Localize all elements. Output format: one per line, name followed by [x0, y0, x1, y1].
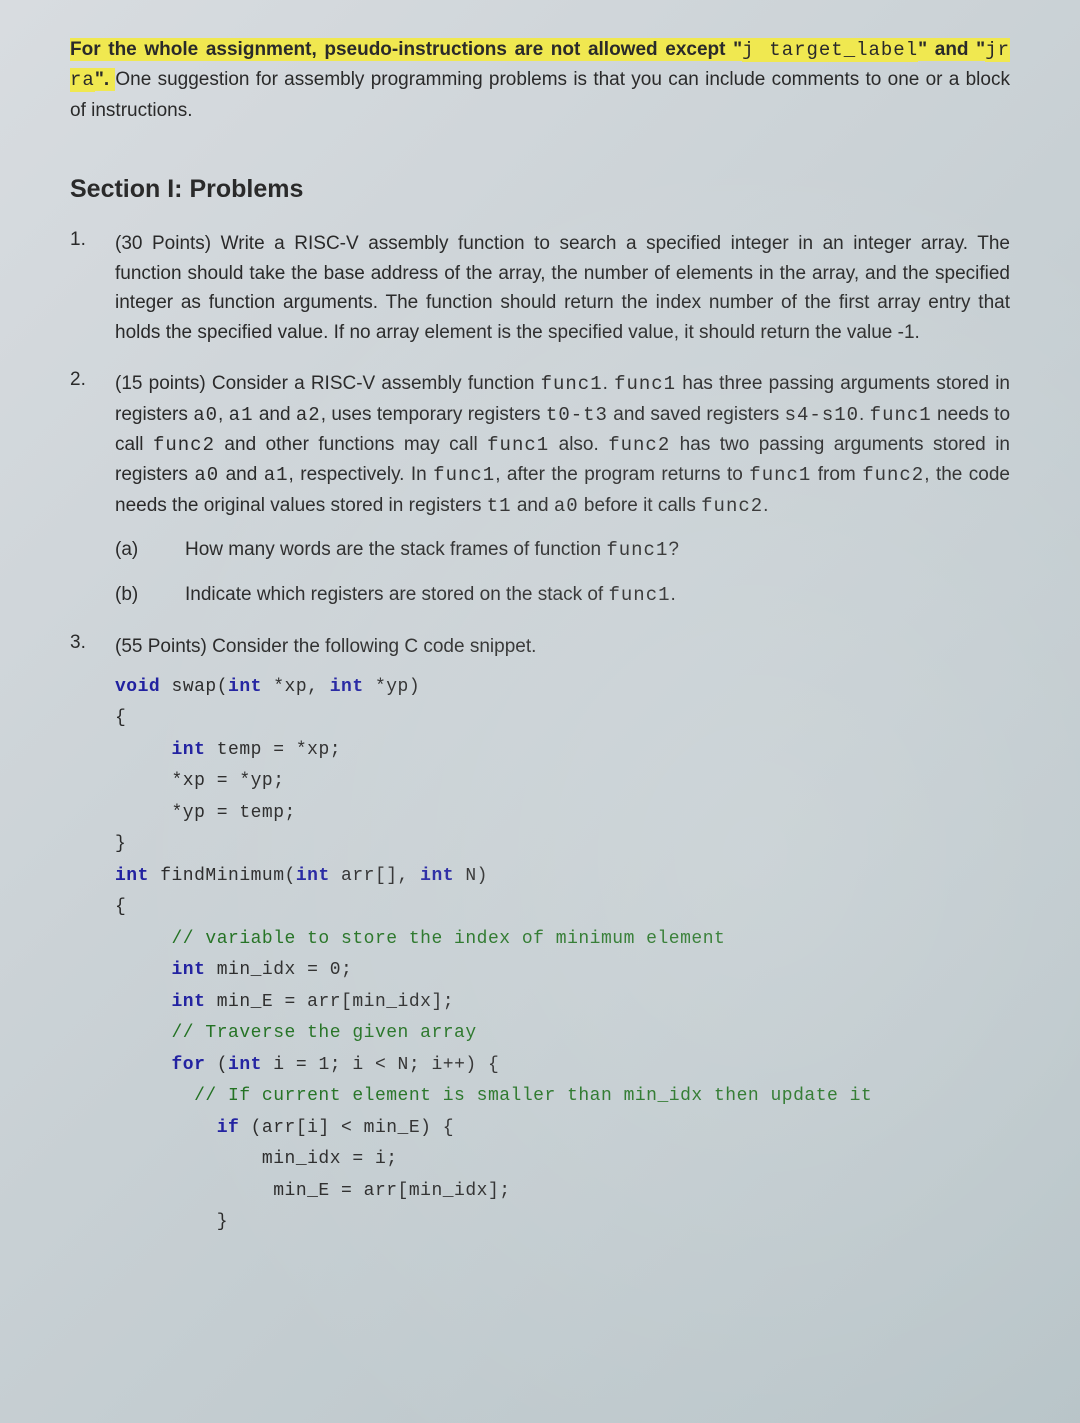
intro-rest: One suggestion for assembly programming …	[70, 69, 1010, 120]
intro-paragraph: For the whole assignment, pseudo-instruc…	[70, 35, 1010, 125]
problem-2: 2. (15 points) Consider a RISC-V assembl…	[70, 369, 1010, 610]
problem-2-body: (15 points) Consider a RISC-V assembly f…	[115, 369, 1010, 610]
intro-highlight-2: " and "	[918, 38, 985, 61]
section-title: Section I: Problems	[70, 175, 1010, 204]
problem-1-number: 1.	[70, 229, 115, 347]
sub-a-text: How many words are the stack frames of f…	[185, 535, 1010, 565]
problem-2-sub-a: (a) How many words are the stack frames …	[115, 535, 1010, 565]
intro-code-1: j target_label	[742, 38, 918, 62]
problem-2-number: 2.	[70, 369, 115, 610]
problem-3-number: 3.	[70, 632, 115, 1238]
problem-2-sub-b: (b) Indicate which registers are stored …	[115, 580, 1010, 610]
problem-3-body: (55 Points) Consider the following C cod…	[115, 632, 1010, 1238]
problem-1-body: (30 Points) Write a RISC-V assembly func…	[115, 229, 1010, 347]
code-snippet: void swap(int *xp, int *yp) { int temp =…	[115, 672, 1010, 1239]
intro-highlight-3: ".	[95, 68, 116, 91]
sub-a-label: (a)	[115, 535, 185, 565]
sub-b-label: (b)	[115, 580, 185, 610]
problem-1: 1. (30 Points) Write a RISC-V assembly f…	[70, 229, 1010, 347]
intro-highlight-1: For the whole assignment, pseudo-instruc…	[70, 38, 742, 61]
sub-b-text: Indicate which registers are stored on t…	[185, 580, 1010, 610]
problem-3: 3. (55 Points) Consider the following C …	[70, 632, 1010, 1238]
